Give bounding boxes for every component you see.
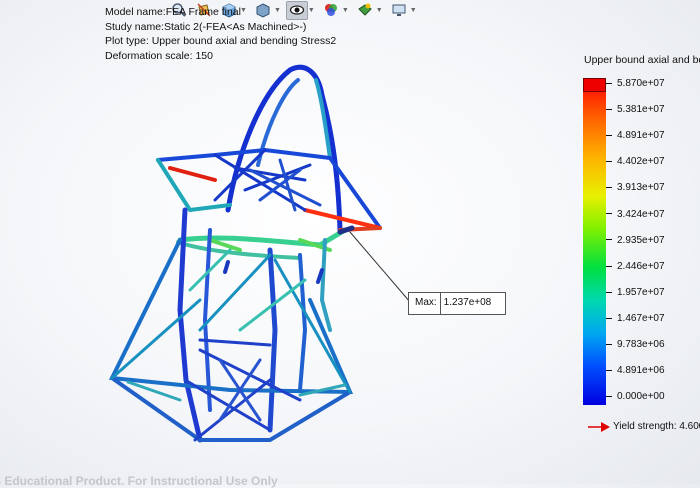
colorbar-max-swatch [583, 78, 606, 92]
educational-watermark: S Educational Product. For Instructional… [0, 474, 278, 488]
colorbar-tick: 5.381e+07 [606, 104, 665, 115]
max-probe-label[interactable]: Max: 1.237e+08 [408, 292, 507, 315]
colorbar-tick: 4.891e+07 [606, 130, 665, 141]
colorbar-tick: 2.935e+07 [606, 235, 665, 246]
study-info-block: Model name:FEA Frame final Study name:St… [105, 5, 336, 63]
probe-value: 1.237e+08 [443, 297, 492, 308]
colorbar-tick: 3.913e+07 [606, 182, 665, 193]
study-name: Study name:Static 2(-FEA<As Machined>-) [105, 20, 307, 33]
probe-key: Max: [409, 293, 441, 314]
colorbar-tick: 9.783e+06 [606, 339, 665, 350]
graphics-viewport[interactable]: ▼ ▼ ▼ ▼ ▼ ▼ Model name:FEA Frame final S… [0, 0, 700, 488]
chevron-down-icon[interactable]: ▼ [376, 7, 383, 14]
stress-colorbar [583, 78, 606, 405]
colorbar-tick: 5.870e+07 [606, 78, 665, 89]
colorbar-tick: 4.891e+06 [606, 365, 665, 376]
colorbar-tick: 0.000e+00 [606, 391, 665, 402]
colorbar-tick: 1.957e+07 [606, 287, 665, 298]
colorbar-tick: 2.446e+07 [606, 261, 665, 272]
model-name: Model name:FEA Frame final [105, 6, 241, 18]
yield-strength-label: Yield strength: 4.600e+08 [613, 421, 700, 432]
colorbar-tick: 3.424e+07 [606, 209, 665, 220]
deformation-scale: Deformation scale: 150 [105, 49, 213, 62]
chevron-down-icon[interactable]: ▼ [342, 7, 349, 14]
scene-icon[interactable] [354, 1, 376, 20]
yield-strength-indicator: Yield strength: 4.600e+08 [588, 421, 700, 432]
arrow-right-icon [588, 421, 610, 432]
view-settings-icon[interactable] [388, 1, 410, 20]
plot-type: Plot type: Upper bound axial and bending… [105, 35, 337, 48]
colorbar-tick: 4.402e+07 [606, 156, 665, 167]
legend-title: Upper bound axial and bend [584, 54, 700, 66]
colorbar-tick: 1.467e+07 [606, 313, 665, 324]
chevron-down-icon[interactable]: ▼ [410, 7, 417, 14]
